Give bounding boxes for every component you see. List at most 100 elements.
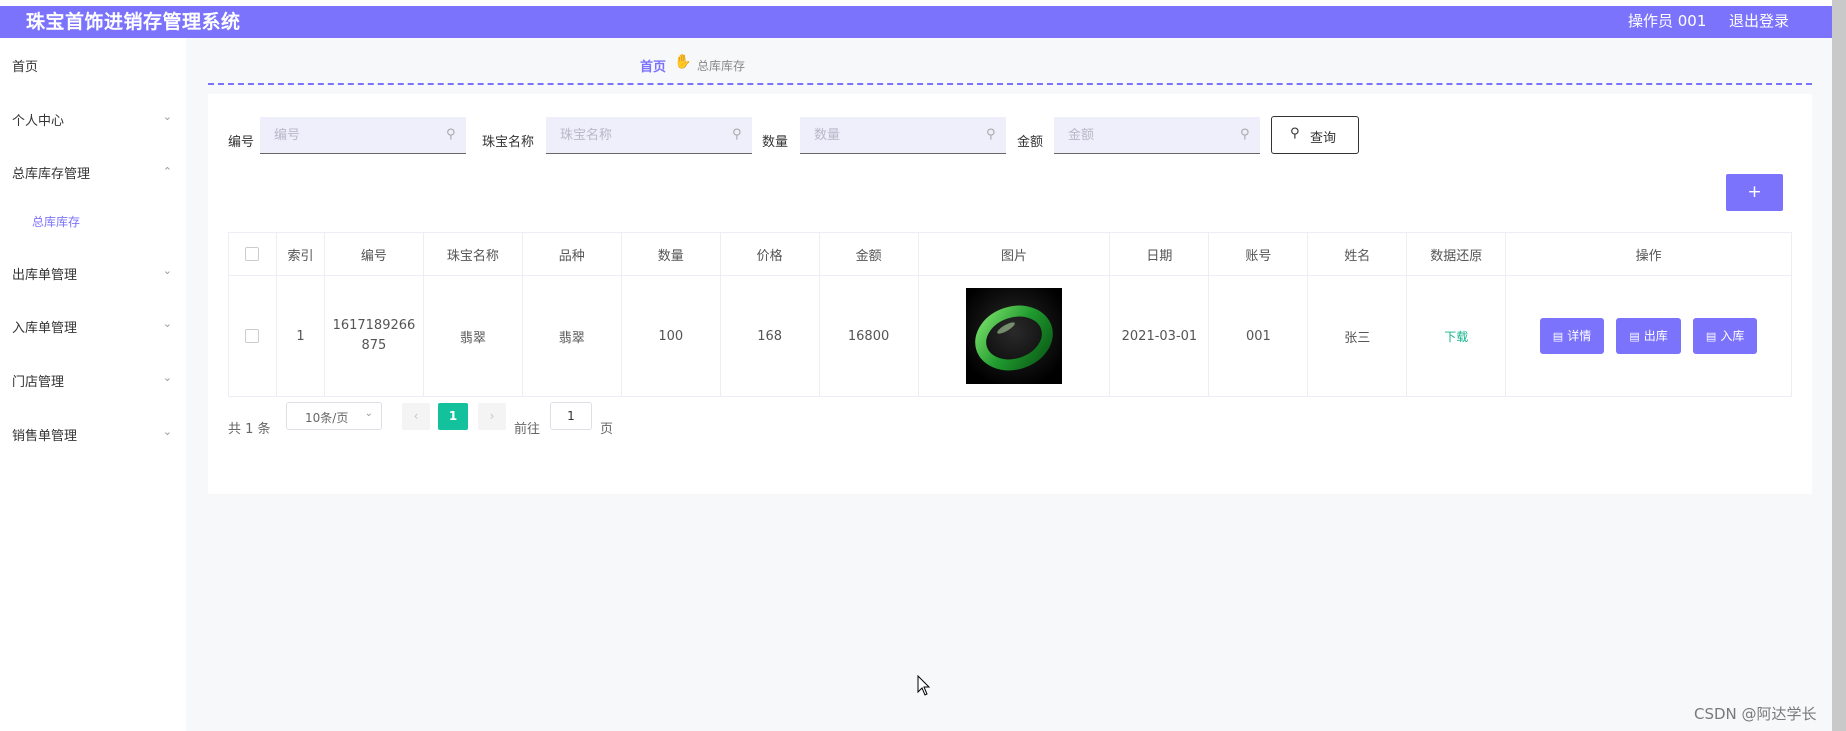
document-icon: ▤: [1705, 330, 1717, 343]
cell-variety: 翡翠: [521, 275, 622, 397]
sidebar-item-label: 首页: [12, 60, 39, 75]
main-content: 首页 ✋ 总库库存 编号 ⚲ 珠宝名称 ⚲ 数量 ⚲ 金额 ⚲ ⚲ 查询 +: [186, 38, 1832, 731]
name-search-input[interactable]: [546, 117, 752, 154]
sidebar-item-label: 销售单管理: [12, 429, 78, 444]
cell-image: [917, 275, 1111, 397]
select-all-checkbox[interactable]: [245, 247, 260, 261]
column-header: 数量: [620, 232, 721, 276]
sidebar: 首页 个人中心 ⌄ 总库库存管理 ⌃ 总库库存 出库单管理 ⌄ 入库单管理 ⌄ …: [0, 38, 186, 731]
sidebar-item-label: 入库单管理: [12, 321, 78, 336]
logout-link[interactable]: 退出登录: [1729, 10, 1789, 31]
column-header: 品种: [521, 232, 622, 276]
chevron-down-icon: ⌄: [364, 408, 373, 419]
cell-code-line: 875: [361, 338, 387, 353]
column-header: 金额: [818, 232, 919, 276]
goto-label: 前往: [514, 422, 541, 437]
filter-label-amount: 金额: [1017, 135, 1044, 150]
mouse-cursor-icon: [917, 675, 931, 696]
column-header: 价格: [719, 232, 820, 276]
cell-actions: ▤ 详情 ▤ 出库 ▤ 入库: [1505, 275, 1792, 397]
column-header: 编号: [323, 232, 424, 276]
sidebar-item-label: 个人中心: [12, 114, 65, 129]
app-title: 珠宝首饰进销存管理系统: [26, 11, 241, 33]
add-button[interactable]: +: [1726, 174, 1783, 211]
chevron-down-icon: ⌄: [162, 371, 172, 384]
page-suffix: 页: [600, 422, 614, 437]
window-scrollbar[interactable]: [1832, 0, 1846, 731]
jade-bangle-image[interactable]: [966, 288, 1062, 384]
cell-person: 张三: [1307, 275, 1408, 397]
search-icon: ⚲: [446, 127, 456, 142]
chevron-down-icon: ⌄: [162, 425, 172, 438]
page-size-select[interactable]: 10条/页 ⌄: [286, 402, 382, 430]
code-search-input[interactable]: [260, 117, 466, 154]
watermark: CSDN @阿达学长: [1694, 705, 1817, 723]
sidebar-item-home[interactable]: 首页: [12, 56, 172, 75]
cell-index: 1: [275, 275, 325, 397]
table-row: 1 1617189266 875 翡翠 翡翠 100 168 16800 202…: [228, 275, 1792, 397]
filter-label-name: 珠宝名称: [482, 135, 535, 150]
select-all-cell: [228, 232, 277, 276]
chevron-up-icon: ⌃: [162, 165, 172, 178]
cell-price: 168: [719, 275, 820, 397]
cell-restore: 下载: [1406, 275, 1507, 397]
quantity-search-input[interactable]: [800, 117, 1006, 154]
cell-date: 2021-03-01: [1109, 275, 1210, 397]
inbound-button-label: 入库: [1720, 329, 1745, 343]
row-checkbox[interactable]: [245, 329, 260, 343]
column-header: 日期: [1109, 232, 1210, 276]
search-icon: ⚲: [732, 127, 742, 142]
detail-button[interactable]: ▤ 详情: [1539, 318, 1605, 354]
current-user: 操作员 001: [1628, 12, 1707, 30]
inventory-table: 索引 编号 珠宝名称 品种 数量 价格 金额 图片 日期 账号 姓名 数据还原 …: [228, 232, 1792, 397]
table-header-row: 索引 编号 珠宝名称 品种 数量 价格 金额 图片 日期 账号 姓名 数据还原 …: [228, 232, 1792, 276]
column-header: 索引: [275, 232, 325, 276]
column-header: 图片: [917, 232, 1111, 276]
prev-page-button[interactable]: ‹: [402, 403, 430, 430]
chevron-down-icon: ⌄: [162, 264, 172, 277]
sidebar-item-personal-center[interactable]: 个人中心 ⌄: [12, 110, 172, 129]
cell-code-line: 1617189266: [332, 318, 416, 333]
search-icon: ⚲: [1290, 126, 1300, 141]
sidebar-item-label: 出库单管理: [12, 268, 78, 283]
breadcrumb-divider: [208, 83, 1812, 85]
query-button[interactable]: ⚲ 查询: [1271, 116, 1359, 154]
breadcrumb-current: 总库库存: [697, 59, 746, 73]
sidebar-item-sales[interactable]: 销售单管理 ⌄: [12, 425, 172, 444]
cell-quantity: 100: [620, 275, 721, 397]
row-select-cell: [228, 275, 277, 397]
column-header: 账号: [1208, 232, 1309, 276]
outbound-button[interactable]: ▤ 出库: [1616, 318, 1681, 354]
content-panel: 编号 ⚲ 珠宝名称 ⚲ 数量 ⚲ 金额 ⚲ ⚲ 查询 +: [208, 94, 1812, 494]
goto-page-input[interactable]: [550, 402, 592, 430]
search-icon: ⚲: [986, 127, 996, 142]
sidebar-item-inventory-management[interactable]: 总库库存管理 ⌃: [12, 163, 172, 182]
cell-code: 1617189266 875: [323, 275, 424, 397]
document-icon: ▤: [1629, 330, 1640, 343]
search-icon: ⚲: [1240, 127, 1250, 142]
chevron-down-icon: ⌄: [162, 110, 172, 123]
cell-amount: 16800: [818, 275, 919, 397]
sidebar-item-label: 总库库存管理: [12, 167, 91, 182]
next-page-button[interactable]: ›: [478, 403, 506, 430]
sidebar-item-inbound[interactable]: 入库单管理 ⌄: [12, 317, 172, 336]
hand-icon: ✋: [674, 54, 692, 70]
filter-label-code: 编号: [228, 135, 255, 150]
amount-search-input[interactable]: [1054, 117, 1260, 154]
detail-button-label: 详情: [1567, 329, 1592, 343]
download-link[interactable]: 下载: [1444, 330, 1468, 344]
page-number-current[interactable]: 1: [438, 403, 468, 430]
sidebar-item-outbound[interactable]: 出库单管理 ⌄: [12, 264, 172, 283]
filter-label-quantity: 数量: [762, 135, 789, 150]
column-header: 姓名: [1307, 232, 1408, 276]
chevron-down-icon: ⌄: [162, 317, 172, 330]
breadcrumb-home[interactable]: 首页: [640, 56, 666, 75]
page-size-value: 10条/页: [305, 411, 349, 425]
column-header: 数据还原: [1406, 232, 1507, 276]
column-header: 珠宝名称: [422, 232, 523, 276]
inbound-button[interactable]: ▤ 入库: [1692, 318, 1758, 354]
column-header: 操作: [1505, 232, 1792, 276]
sidebar-item-stores[interactable]: 门店管理 ⌄: [12, 371, 172, 390]
sidebar-subitem-inventory[interactable]: 总库库存: [32, 213, 80, 230]
document-icon: ▤: [1552, 330, 1564, 343]
